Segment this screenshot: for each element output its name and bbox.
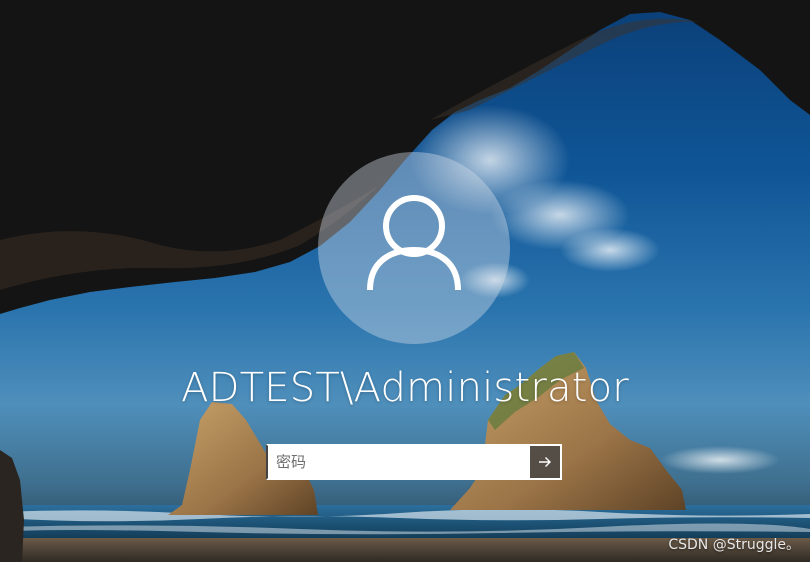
arrow-right-icon [539, 457, 551, 467]
watermark-text: CSDN @Struggle。 [668, 537, 800, 553]
cloud [660, 446, 780, 474]
submit-button[interactable] [528, 444, 562, 480]
password-row [266, 444, 562, 480]
user-icon [367, 195, 461, 291]
password-input[interactable] [266, 444, 528, 480]
user-avatar [318, 152, 510, 344]
cloud [560, 228, 660, 272]
rock-far-left [0, 450, 24, 562]
login-screen: ADTEST\Administrator CSDN @Struggle。 [0, 0, 810, 562]
username-label: ADTEST\Administrator [181, 365, 629, 411]
